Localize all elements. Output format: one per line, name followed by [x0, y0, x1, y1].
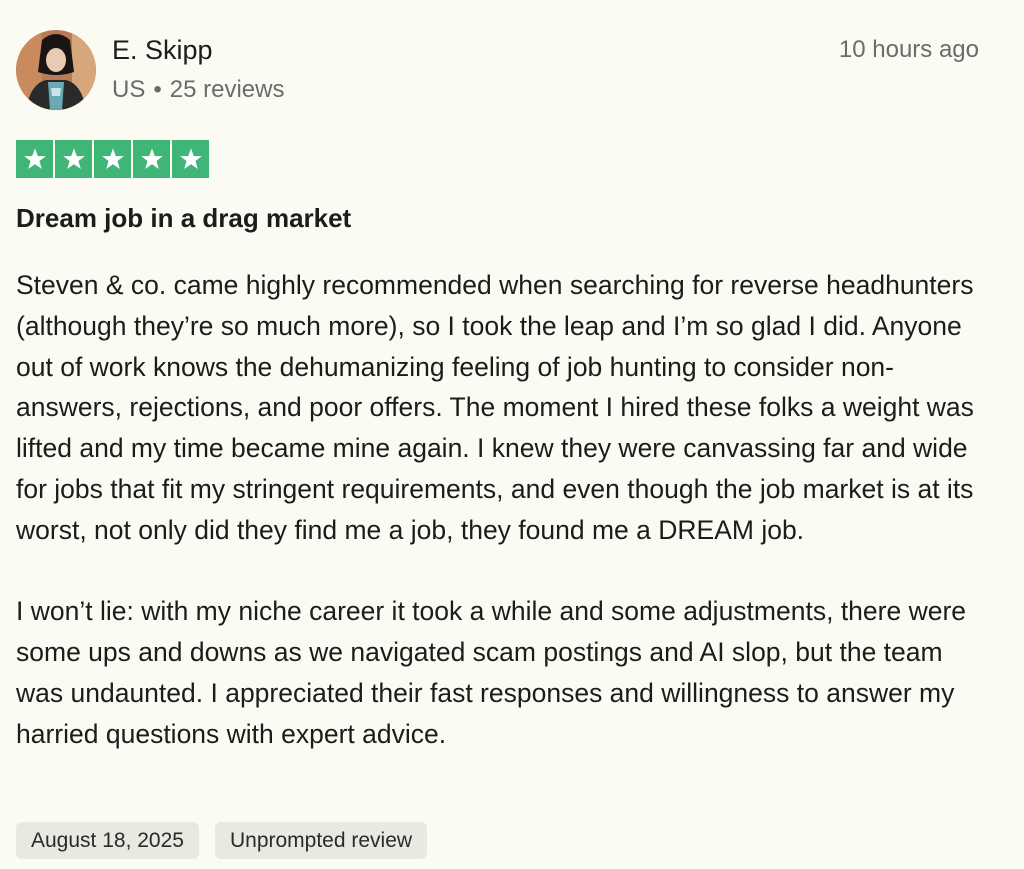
star-icon [133, 140, 170, 178]
review-body: Steven & co. came highly recommended whe… [16, 265, 996, 755]
reviewer-meta: US • 25 reviews [112, 74, 284, 106]
review-timestamp: 10 hours ago [838, 36, 979, 63]
date-of-experience-tag: August 18, 2025 [16, 822, 199, 859]
review-paragraph: I won’t lie: with my niche career it too… [16, 596, 967, 749]
star-icon [94, 140, 131, 178]
reviewer-header: E. Skipp US • 25 reviews [16, 30, 284, 110]
review-card: E. Skipp US • 25 reviews 10 hours ago Dr… [0, 0, 1024, 869]
review-paragraph: Steven & co. came highly recommended whe… [16, 270, 974, 545]
reviewer-name[interactable]: E. Skipp [112, 32, 284, 68]
review-title: Dream job in a drag market [16, 203, 352, 233]
star-icon [172, 140, 209, 178]
star-rating [16, 140, 209, 178]
star-icon [16, 140, 53, 178]
reviewer-info: E. Skipp US • 25 reviews [112, 30, 284, 106]
reviewer-review-count[interactable]: 25 reviews [170, 74, 285, 106]
reviewer-country: US [112, 76, 146, 103]
meta-separator: • [153, 76, 162, 103]
review-tags: August 18, 2025 Unprompted review [16, 822, 428, 859]
avatar-photo-icon [16, 30, 96, 110]
review-type-tag[interactable]: Unprompted review [214, 822, 428, 859]
star-icon [55, 140, 92, 178]
reviewer-avatar[interactable] [16, 30, 96, 110]
